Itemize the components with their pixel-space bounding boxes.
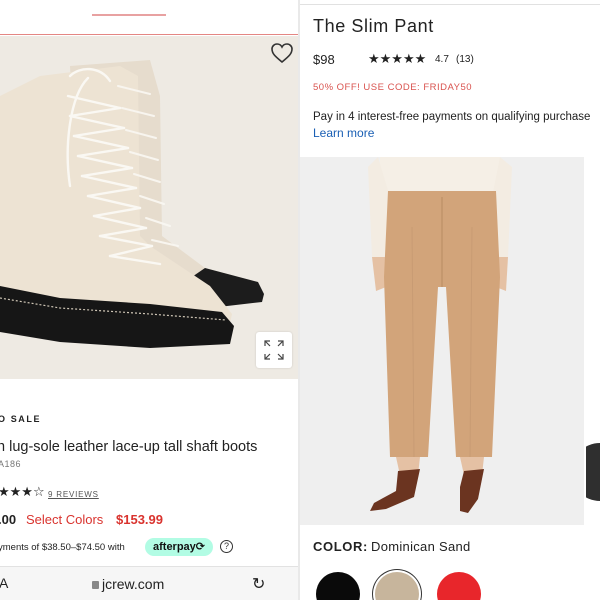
swatch-red[interactable]	[437, 572, 481, 600]
reviews-link[interactable]: 9 REVIEWS	[48, 490, 99, 499]
reader-text-size-button[interactable]: A	[0, 575, 8, 591]
boots-illustration	[0, 36, 298, 379]
header-divider	[0, 34, 298, 35]
review-count[interactable]: (13)	[456, 54, 474, 65]
lock-icon	[92, 581, 99, 589]
product-price: $98	[313, 52, 335, 67]
right-product-panel: The Slim Pant $98 ★★★★★ 4.7 (13) 50% OFF…	[300, 0, 600, 600]
next-image-button[interactable]	[586, 443, 600, 501]
sale-label: O SALE	[0, 414, 42, 424]
star-rating: ★★★★★	[368, 51, 427, 66]
left-product-panel: O SALE n lug-sole leather lace-up tall s…	[0, 0, 298, 600]
sale-price: $153.99	[116, 512, 163, 527]
url-display[interactable]: jcrew.com	[92, 576, 164, 592]
color-label: COLOR:	[313, 539, 368, 554]
pants-product-image[interactable]	[300, 157, 584, 525]
swatch-black[interactable]	[316, 572, 360, 600]
product-title: n lug-sole leather lace-up tall shaft bo…	[0, 439, 258, 455]
payment-info-text: Pay in 4 interest-free payments on quali…	[313, 111, 591, 123]
expand-image-button[interactable]	[256, 332, 292, 368]
installments-text: yments of $38.50–$74.50 with	[0, 542, 125, 553]
star-rating: ★★★☆	[0, 484, 45, 499]
afterpay-badge[interactable]: afterpay⟳	[145, 538, 214, 556]
favorite-heart-icon[interactable]	[270, 42, 294, 64]
reload-icon[interactable]: ↻	[252, 574, 265, 594]
url-text: jcrew.com	[102, 576, 165, 592]
promo-banner: 50% OFF! USE CODE: FRIDAY50	[313, 82, 473, 93]
product-sku: A186	[0, 459, 22, 469]
swatch-dominican-sand[interactable]	[375, 572, 419, 600]
color-value: Dominican Sand	[371, 539, 471, 554]
learn-more-link[interactable]: Learn more	[313, 126, 374, 140]
top-tab-indicator[interactable]	[92, 6, 166, 16]
header-divider	[300, 4, 600, 5]
info-icon[interactable]: ?	[220, 540, 233, 553]
original-price: .00	[0, 512, 17, 527]
select-colors-label: Select Colors	[26, 512, 104, 527]
rating-value: 4.7	[435, 54, 449, 65]
product-title: The Slim Pant	[313, 16, 434, 36]
expand-arrows-icon	[264, 340, 284, 360]
model-illustration	[300, 157, 584, 525]
boots-product-image[interactable]	[0, 36, 298, 379]
